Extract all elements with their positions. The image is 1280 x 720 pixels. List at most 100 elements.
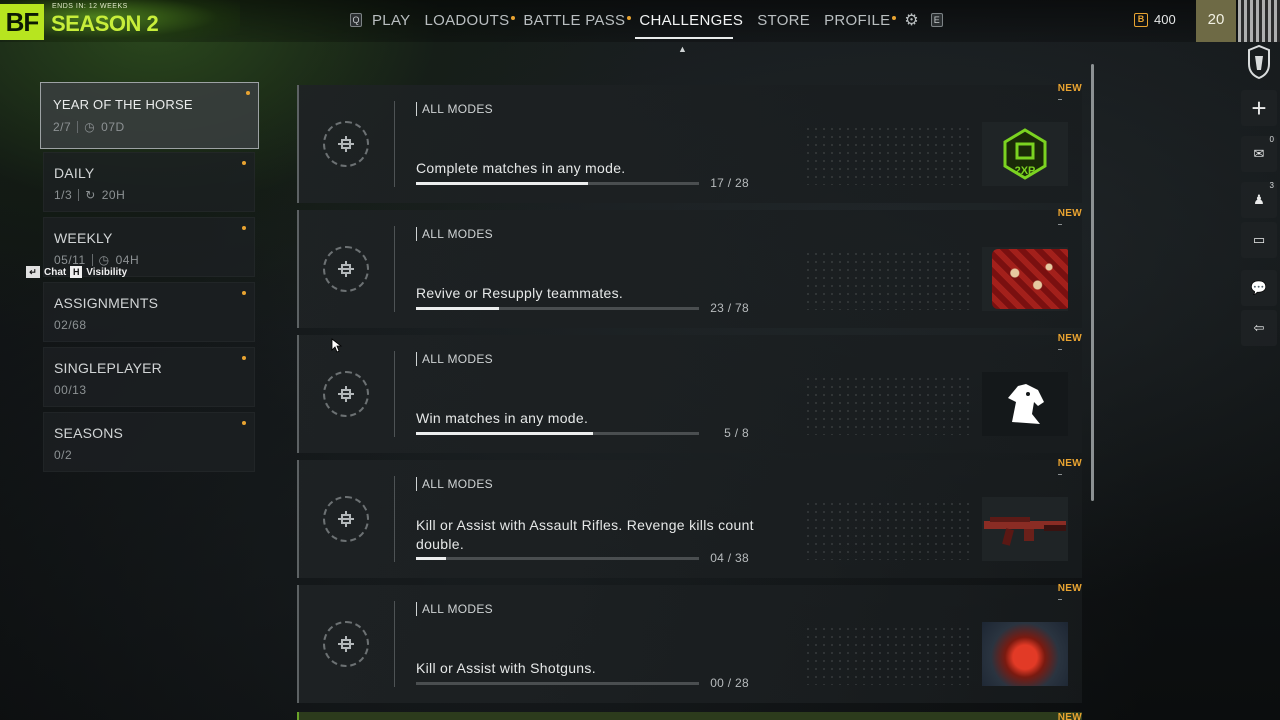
category-singleplayer[interactable]: SINGLEPLAYER 00/13 xyxy=(43,347,255,407)
mail-button[interactable]: ✉ 0 xyxy=(1241,135,1277,172)
nav-battle-pass[interactable]: BATTLE PASS xyxy=(523,12,632,29)
category-progress: 0/2 xyxy=(54,448,72,462)
nav-prev-key: Q xyxy=(350,13,362,27)
challenge-progress-bar xyxy=(416,557,699,560)
category-name: DAILY xyxy=(54,165,95,181)
crosshair-icon xyxy=(338,136,354,152)
challenge-card-partial[interactable]: NEW xyxy=(297,712,1082,720)
notification-dot xyxy=(242,291,246,295)
notification-dot xyxy=(242,421,246,425)
season-title[interactable]: SEASON 2 xyxy=(51,12,159,36)
season-ends-label: ENDS IN: 12 WEEKS xyxy=(52,3,128,10)
notification-dot xyxy=(242,161,246,165)
visibility-label: Visibility xyxy=(86,266,128,278)
progress-count: 05/11 xyxy=(54,253,86,267)
dot-pattern xyxy=(804,500,974,560)
progress-fill xyxy=(416,182,588,185)
challenge-card[interactable]: ALL MODES Kill or Assist with Shotguns. 00… xyxy=(297,583,1082,703)
nav-challenges[interactable]: CHALLENGES xyxy=(639,12,743,29)
chat-visibility-hint[interactable]: ↵ Chat H Visibility xyxy=(26,266,127,278)
challenge-mode: ALL MODES xyxy=(416,227,493,241)
category-year-of-the-horse[interactable]: YEAR OF THE HORSE 2/7 ◷ 07D xyxy=(40,82,259,149)
settings-gear-icon[interactable]: ⚙ xyxy=(904,10,918,30)
category-assignments[interactable]: ASSIGNMENTS 02/68 xyxy=(43,282,255,342)
nav-loadouts[interactable]: LOADOUTS xyxy=(424,11,516,29)
party-icon: ▭ xyxy=(1252,232,1266,247)
notification-dot xyxy=(892,15,897,20)
divider xyxy=(78,189,80,201)
category-progress: 1/3 ↻ 20H xyxy=(54,188,125,202)
progress-count: 00/13 xyxy=(54,383,87,397)
challenge-badge-icon xyxy=(323,246,369,292)
season-banner: BF ENDS IN: 12 WEEKS SEASON 2 xyxy=(0,0,240,42)
new-badge: NEW xyxy=(1057,208,1082,219)
player-avatar[interactable] xyxy=(1238,0,1280,42)
challenge-description: Kill or Assist with Assault Rifles. Reve… xyxy=(416,517,754,552)
reward-preview[interactable] xyxy=(982,247,1068,311)
clock-icon: ◷ xyxy=(98,253,110,267)
crosshair-icon xyxy=(338,511,354,527)
main-nav: Q PLAY LOADOUTS BATTLE PASS CHALLENGES S… xyxy=(350,10,943,30)
challenge-mode: ALL MODES xyxy=(416,352,493,366)
bf-logo: BF xyxy=(0,4,44,40)
add-friend-plus-icon[interactable]: + xyxy=(1241,90,1277,126)
progress-count: 1/3 xyxy=(54,188,73,202)
reward-preview[interactable] xyxy=(982,622,1068,686)
new-badge: NEW xyxy=(1057,458,1082,469)
nav-play[interactable]: PLAY xyxy=(372,12,410,29)
nav-store[interactable]: STORE xyxy=(757,12,810,29)
category-name: WEEKLY xyxy=(54,230,113,246)
category-name: ASSIGNMENTS xyxy=(54,295,159,311)
category-daily[interactable]: DAILY 1/3 ↻ 20H xyxy=(43,152,255,212)
progress-fill xyxy=(416,432,593,435)
refresh-icon: ↻ xyxy=(85,188,96,202)
challenge-progress-count: 00 / 28 xyxy=(710,676,749,690)
divider xyxy=(394,101,395,187)
challenge-badge-icon xyxy=(323,621,369,667)
category-progress: 2/7 ◷ 07D xyxy=(53,120,125,134)
challenge-card[interactable]: ALL MODES Kill or Assist with Assault Rif… xyxy=(297,458,1082,578)
squad-button[interactable]: ♟ 3 xyxy=(1241,181,1277,218)
chat-key: H xyxy=(70,266,83,278)
reward-preview[interactable]: 2XP xyxy=(982,122,1068,186)
challenge-progress-count: 23 / 78 xyxy=(710,301,749,315)
challenge-card[interactable]: ALL MODES Win matches in any mode. 5 / 8 NE… xyxy=(297,333,1082,453)
challenge-mode: ALL MODES xyxy=(416,477,493,491)
notification-dot xyxy=(511,15,516,20)
challenges-scrollbar[interactable] xyxy=(1091,64,1094,501)
nav-next-key: E xyxy=(930,13,943,27)
top-bar: BF ENDS IN: 12 WEEKS SEASON 2 Q PLAY LOA… xyxy=(0,0,1280,42)
challenge-progress-bar xyxy=(416,307,699,310)
player-level-badge[interactable]: 20 xyxy=(1196,0,1236,42)
challenge-badge-icon xyxy=(323,371,369,417)
token-label: 2XP xyxy=(1015,165,1036,177)
time-remaining: 07D xyxy=(101,120,125,134)
party-button[interactable]: ▭ xyxy=(1241,222,1277,258)
challenge-mode: ALL MODES xyxy=(416,602,493,616)
category-seasons[interactable]: SEASONS 0/2 xyxy=(43,412,255,472)
progress-count: 0/2 xyxy=(54,448,73,462)
new-badge: NEW xyxy=(1057,83,1082,94)
divider xyxy=(77,121,79,133)
challenge-progress-count: 5 / 8 xyxy=(724,426,749,440)
crosshair-icon xyxy=(338,261,354,277)
currency-display[interactable]: B 400 xyxy=(1134,12,1176,27)
challenge-card[interactable]: ALL MODES Complete matches in any mode. 17… xyxy=(297,83,1082,203)
currency-amount: 400 xyxy=(1154,12,1176,27)
challenge-progress-bar xyxy=(416,682,699,685)
exit-icon: ⇦ xyxy=(1253,320,1265,335)
nav-loadouts-label: LOADOUTS xyxy=(424,11,510,29)
reward-preview[interactable] xyxy=(982,497,1068,561)
nav-profile[interactable]: PROFILE xyxy=(824,12,897,29)
challenge-card[interactable]: ALL MODES Revive or Resupply teammates. 23… xyxy=(297,208,1082,328)
reward-preview[interactable] xyxy=(982,372,1068,436)
progress-fill xyxy=(416,307,500,310)
time-remaining: 04H xyxy=(115,253,140,267)
squad-emblem-icon[interactable] xyxy=(1241,44,1277,80)
exit-button[interactable]: ⇦ xyxy=(1241,310,1277,346)
progress-count: 02/68 xyxy=(54,318,87,332)
chat-button[interactable]: 💬 xyxy=(1241,270,1277,306)
category-name: SINGLEPLAYER xyxy=(54,360,162,376)
crosshair-icon xyxy=(338,636,354,652)
red-cloth-reward xyxy=(992,249,1068,309)
